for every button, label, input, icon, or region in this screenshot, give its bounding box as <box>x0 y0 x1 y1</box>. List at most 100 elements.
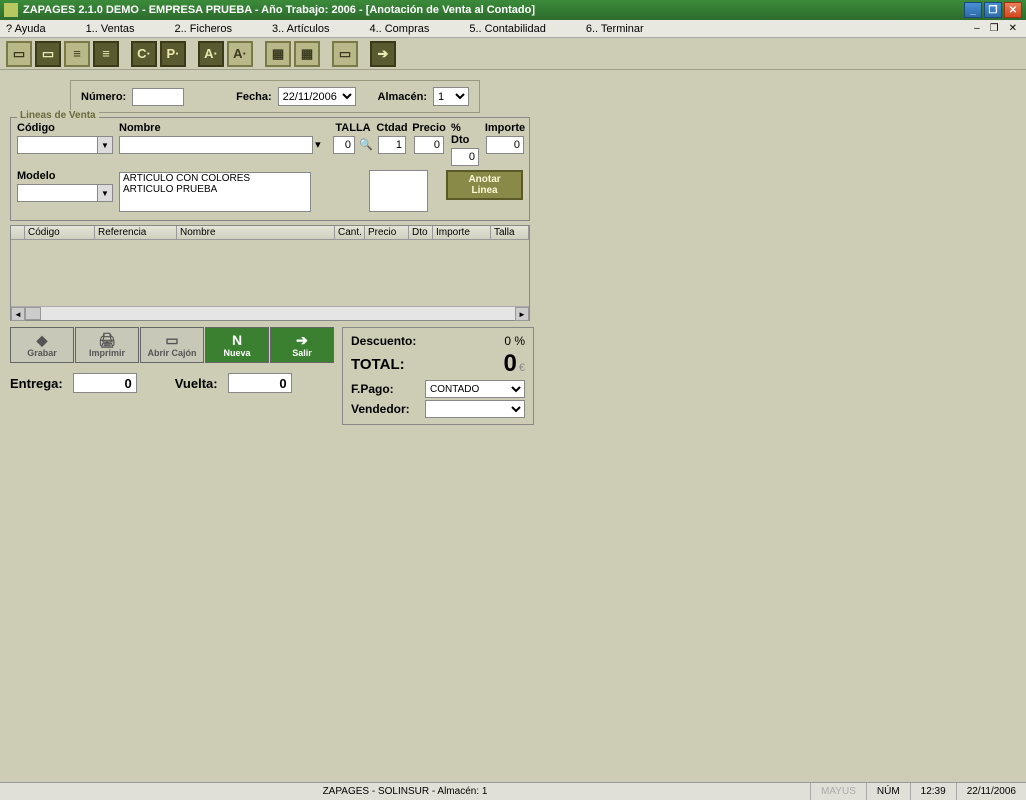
imprimir-button[interactable]: 🖨Imprimir <box>75 327 139 363</box>
almacen-label: Almacén: <box>378 91 428 103</box>
mdi-restore-icon[interactable]: ❐ <box>987 23 1002 34</box>
toolbar: ▭ ▭ ≡ ≡ C· P· A· A· ▦ ▦ ▭ ➔ <box>0 38 1026 70</box>
new-icon: N <box>232 333 242 347</box>
toolbar-btn-p[interactable]: P· <box>160 41 186 67</box>
toolbar-btn-2[interactable]: ▭ <box>35 41 61 67</box>
th-precio[interactable]: Precio <box>365 226 409 239</box>
toolbar-btn-7[interactable]: ▭ <box>332 41 358 67</box>
toolbar-btn-6[interactable]: ▦ <box>294 41 320 67</box>
mdi-close-icon[interactable]: ✕ <box>1006 23 1020 34</box>
grabar-button[interactable]: ◆Grabar <box>10 327 74 363</box>
th-cant[interactable]: Cant. <box>335 226 365 239</box>
nueva-button[interactable]: NNueva <box>205 327 269 363</box>
th-importe[interactable]: Importe <box>433 226 491 239</box>
codigo-combo[interactable]: ▼ <box>17 136 113 154</box>
list-item[interactable]: ARTICULO CON COLORES <box>120 173 310 184</box>
menu-articulos[interactable]: 3.. Artículos <box>272 23 329 35</box>
descuento-value: 0 % <box>504 334 525 348</box>
th-dto[interactable]: Dto <box>409 226 433 239</box>
status-date: 22/11/2006 <box>956 783 1026 800</box>
modelo-label: Modelo <box>17 170 113 182</box>
scroll-left-icon[interactable]: ◄ <box>11 307 25 321</box>
menu-ayuda[interactable]: ? Ayuda <box>6 23 46 35</box>
drawer-icon: ▭ <box>165 333 178 347</box>
entrega-label: Entrega: <box>10 376 63 391</box>
importe-label: Importe <box>485 122 525 134</box>
totals-panel: Descuento: 0 % TOTAL: 0€ F.Pago: CONTADO… <box>342 327 534 425</box>
status-text: ZAPAGES - SOLINSUR - Almacén: 1 <box>0 786 810 797</box>
toolbar-btn-a2[interactable]: A· <box>227 41 253 67</box>
ctdad-label: Ctdad <box>376 122 407 134</box>
menu-compras[interactable]: 4.. Compras <box>369 23 429 35</box>
talla-label: TALLA <box>335 122 370 134</box>
search-icon[interactable]: 🔍 <box>359 138 373 152</box>
anotar-linea-button[interactable]: Anotar Linea <box>446 170 523 200</box>
descuento-label: Descuento: <box>351 334 416 348</box>
status-time: 12:39 <box>910 783 956 800</box>
total-label: TOTAL: <box>351 356 405 373</box>
chevron-down-icon[interactable]: ▼ <box>97 184 113 202</box>
precio-label: Precio <box>412 122 446 134</box>
total-value: 0 <box>504 350 517 377</box>
toolbar-btn-3[interactable]: ≡ <box>64 41 90 67</box>
nombre-label: Nombre <box>119 122 329 134</box>
menu-terminar[interactable]: 6.. Terminar <box>586 23 644 35</box>
chevron-down-icon[interactable]: ▼ <box>97 136 113 154</box>
mdi-minimize-icon[interactable]: – <box>971 23 983 34</box>
nombre-input[interactable] <box>119 136 313 154</box>
lines-table: Código Referencia Nombre Cant. Precio Dt… <box>10 225 530 321</box>
th-nombre[interactable]: Nombre <box>177 226 335 239</box>
almacen-select[interactable]: 1 <box>433 87 469 106</box>
salir-button[interactable]: ➔Salir <box>270 327 334 363</box>
toolbar-btn-5[interactable]: ▦ <box>265 41 291 67</box>
importe-input[interactable] <box>486 136 524 154</box>
toolbar-btn-next[interactable]: ➔ <box>370 41 396 67</box>
vuelta-input[interactable] <box>228 373 292 393</box>
precio-input[interactable] <box>414 136 444 154</box>
toolbar-btn-c[interactable]: C· <box>131 41 157 67</box>
filter-icon[interactable]: ▾ <box>315 138 329 152</box>
scroll-right-icon[interactable]: ► <box>515 307 529 321</box>
numero-input[interactable] <box>132 88 184 106</box>
fpago-select[interactable]: CONTADO <box>425 380 525 398</box>
minimize-button[interactable]: _ <box>964 2 982 18</box>
exit-icon: ➔ <box>296 333 308 347</box>
talla-input[interactable] <box>333 136 355 154</box>
list-item[interactable]: ARTICULO PRUEBA <box>120 184 310 195</box>
th-codigo[interactable]: Código <box>25 226 95 239</box>
ctdad-input[interactable] <box>378 136 406 154</box>
toolbar-btn-a1[interactable]: A· <box>198 41 224 67</box>
lineas-venta-fieldset: Lineas de Venta Código ▼ Nombre ▾ TALLA … <box>10 117 530 221</box>
save-icon: ◆ <box>37 333 48 347</box>
modelo-combo[interactable]: ▼ <box>17 184 113 202</box>
toolbar-btn-4[interactable]: ≡ <box>93 41 119 67</box>
titlebar: ZAPAGES 2.1.0 DEMO - EMPRESA PRUEBA - Añ… <box>0 0 1026 20</box>
numero-label: Número: <box>81 91 126 103</box>
th-referencia[interactable]: Referencia <box>95 226 177 239</box>
articulo-listbox[interactable]: ARTICULO CON COLORES ARTICULO PRUEBA <box>119 172 311 212</box>
th-marker <box>11 226 25 239</box>
vendedor-select[interactable] <box>425 400 525 418</box>
vendedor-label: Vendedor: <box>351 402 410 416</box>
fecha-select[interactable]: 22/11/2006 <box>278 87 356 106</box>
entrega-input[interactable] <box>73 373 137 393</box>
pdto-input[interactable] <box>451 148 479 166</box>
status-mayus: MAYUS <box>810 783 866 800</box>
menu-ventas[interactable]: 1.. Ventas <box>86 23 135 35</box>
menu-ficheros[interactable]: 2.. Ficheros <box>175 23 232 35</box>
th-talla[interactable]: Talla <box>491 226 529 239</box>
toolbar-btn-1[interactable]: ▭ <box>6 41 32 67</box>
abrir-cajon-button[interactable]: ▭Abrir Cajón <box>140 327 204 363</box>
vuelta-label: Vuelta: <box>175 376 218 391</box>
header-form: Número: Fecha: 22/11/2006 Almacén: 1 <box>70 80 480 113</box>
menu-contabilidad[interactable]: 5.. Contabilidad <box>469 23 545 35</box>
h-scrollbar[interactable]: ◄ ► <box>11 306 529 320</box>
maximize-button[interactable]: ❐ <box>984 2 1002 18</box>
close-button[interactable]: ✕ <box>1004 2 1022 18</box>
codigo-label: Código <box>17 122 113 134</box>
euro-icon: € <box>519 362 525 374</box>
action-bar: ◆Grabar 🖨Imprimir ▭Abrir Cajón NNueva ➔S… <box>10 327 334 363</box>
scroll-thumb[interactable] <box>25 307 41 320</box>
table-body[interactable] <box>11 240 529 306</box>
window-title: ZAPAGES 2.1.0 DEMO - EMPRESA PRUEBA - Añ… <box>23 4 964 16</box>
